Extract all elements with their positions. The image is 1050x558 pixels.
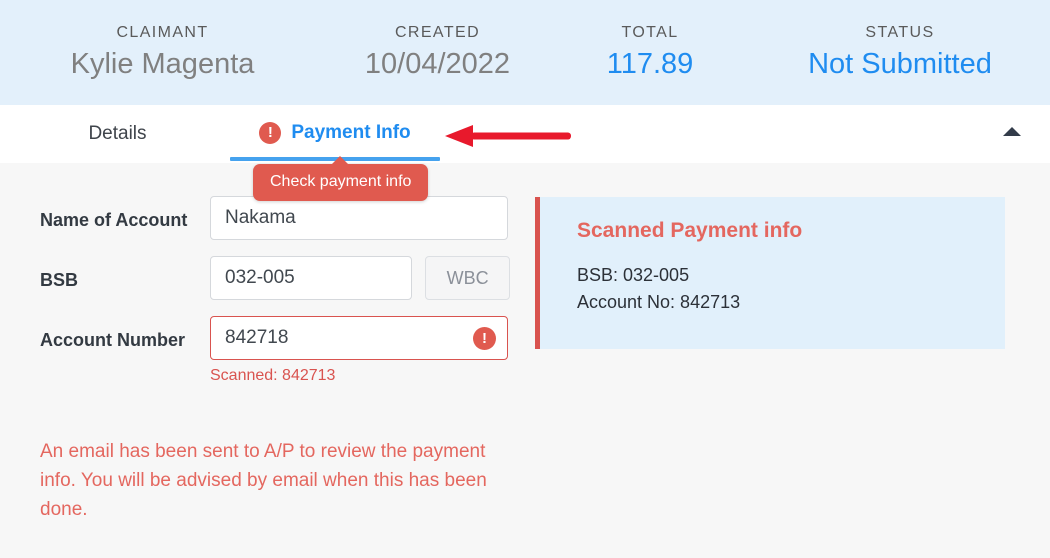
field-row-account-name: Name of Account Nakama	[40, 196, 510, 240]
status-badge: Not Submitted	[808, 48, 992, 81]
bank-code-chip: WBC	[425, 256, 510, 300]
scanned-account-line: Account No: 842713	[577, 292, 741, 312]
summary-cell-total: TOTAL 117.89	[550, 24, 750, 81]
tab-payment-info[interactable]: ! Payment Info	[230, 105, 440, 163]
account-number-field-wrap: 842718 ! Scanned: 842713	[210, 316, 508, 385]
name-of-account-input[interactable]: Nakama	[210, 196, 508, 240]
account-number-input[interactable]: 842718	[210, 316, 508, 360]
tab-details[interactable]: Details	[55, 105, 180, 163]
email-notification-message: An email has been sent to A/P to review …	[40, 441, 487, 520]
field-row-account-number: Account Number 842718 ! Scanned: 842713	[40, 316, 510, 385]
summary-cell-created: CREATED 10/04/2022	[325, 24, 550, 81]
error-exclamation-icon: !	[473, 327, 496, 350]
summary-value-claimant: Kylie Magenta	[70, 48, 255, 81]
bsb-input[interactable]: 032-005	[210, 256, 413, 300]
tab-payment-info-label: Payment Info	[291, 122, 411, 143]
summary-label-created: CREATED	[394, 24, 481, 42]
claim-summary-bar: CLAIMANT Kylie Magenta CREATED 10/04/202…	[0, 0, 1050, 105]
summary-value-created: 10/04/2022	[364, 48, 511, 81]
summary-label-total: TOTAL	[621, 24, 679, 42]
tab-details-label: Details	[88, 123, 147, 144]
label-account-number: Account Number	[40, 330, 186, 350]
tab-bar: Details ! Payment Info	[0, 105, 1050, 164]
summary-cell-status: STATUS Not Submitted	[750, 24, 1050, 81]
label-bsb: BSB	[40, 270, 79, 290]
scanned-payment-info-panel: Scanned Payment info BSB: 032-005 Accoun…	[535, 197, 1005, 349]
scanned-bsb-line: BSB: 032-005	[577, 265, 690, 285]
label-name-of-account: Name of Account	[40, 210, 188, 230]
chevron-up-icon	[1003, 126, 1021, 136]
scanned-payment-info-title: Scanned Payment info	[577, 219, 803, 242]
claim-payment-info-screen: CLAIMANT Kylie Magenta CREATED 10/04/202…	[0, 0, 1050, 558]
summary-value-total: 117.89	[606, 48, 694, 81]
payment-info-panel: Name of Account Nakama BSB 032-005 WBC A…	[0, 163, 1050, 558]
check-payment-info-tooltip: Check payment info	[253, 156, 429, 201]
summary-label-status: STATUS	[865, 24, 935, 42]
payment-form: Name of Account Nakama BSB 032-005 WBC A…	[40, 196, 510, 401]
collapse-section-button[interactable]	[992, 105, 1032, 157]
account-number-scanned-note: Scanned: 842713	[210, 367, 336, 384]
summary-label-claimant: CLAIMANT	[116, 24, 209, 42]
field-row-bsb: BSB 032-005 WBC	[40, 256, 510, 300]
error-exclamation-icon: !	[259, 122, 282, 144]
summary-cell-claimant: CLAIMANT Kylie Magenta	[0, 24, 325, 81]
